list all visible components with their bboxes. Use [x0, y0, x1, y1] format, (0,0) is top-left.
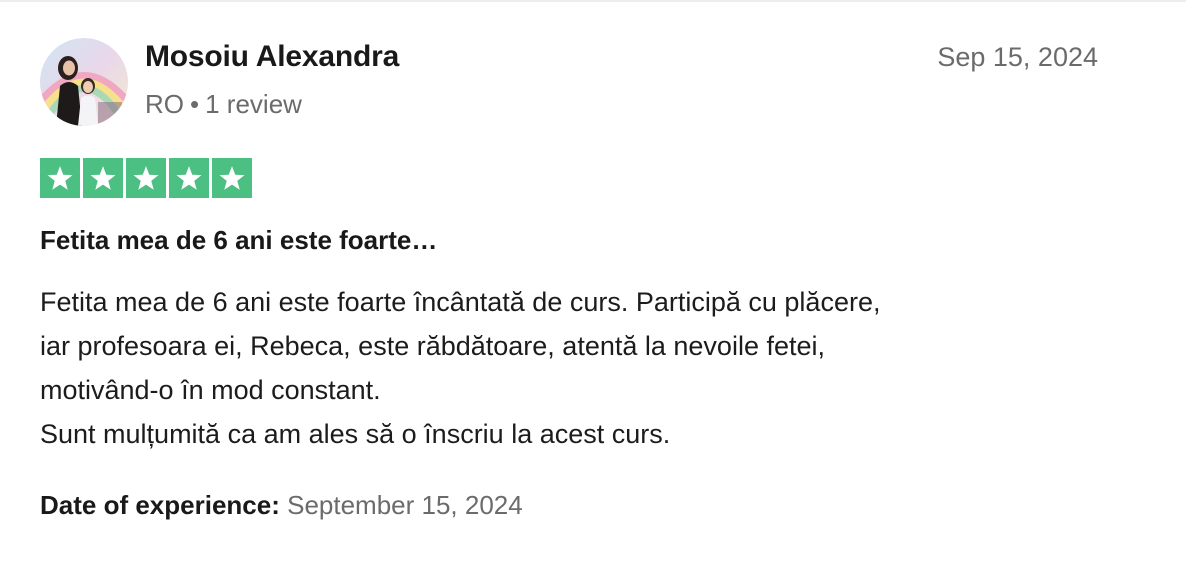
meta-separator: • — [190, 89, 200, 119]
date-of-experience: Date of experience: September 15, 2024 — [40, 490, 523, 521]
avatar[interactable] — [40, 38, 128, 126]
review-date: Sep 15, 2024 — [937, 42, 1098, 72]
experience-label: Date of experience: — [40, 490, 280, 520]
review-body-line: motivând-o în mod constant. — [40, 375, 381, 405]
review-body-line: Sunt mulțumită ca am ales să o înscriu l… — [40, 419, 671, 449]
reviewer-meta: RO • 1 review — [145, 89, 302, 120]
star-icon — [212, 158, 252, 198]
star-icon — [83, 158, 123, 198]
star-icon — [126, 158, 166, 198]
review-card: Mosoiu Alexandra RO • 1 review Sep 15, 202… — [0, 0, 1186, 576]
review-title[interactable]: Fetita mea de 6 ani este foarte… — [40, 225, 437, 256]
reviewer-country: RO — [145, 89, 184, 119]
review-body-line: Fetita mea de 6 ani este foarte încântat… — [40, 287, 881, 317]
star-icon — [40, 158, 80, 198]
star-icon — [169, 158, 209, 198]
avatar-photo — [40, 38, 128, 126]
reviewer-review-count: 1 review — [205, 89, 302, 119]
reviewer-name[interactable]: Mosoiu Alexandra — [145, 40, 399, 74]
experience-date: September 15, 2024 — [287, 490, 523, 520]
review-body-line: iar profesoara ei, Rebeca, este răbdătoa… — [40, 331, 825, 361]
star-rating — [40, 158, 252, 198]
review-body: Fetita mea de 6 ani este foarte încântat… — [40, 280, 1120, 456]
